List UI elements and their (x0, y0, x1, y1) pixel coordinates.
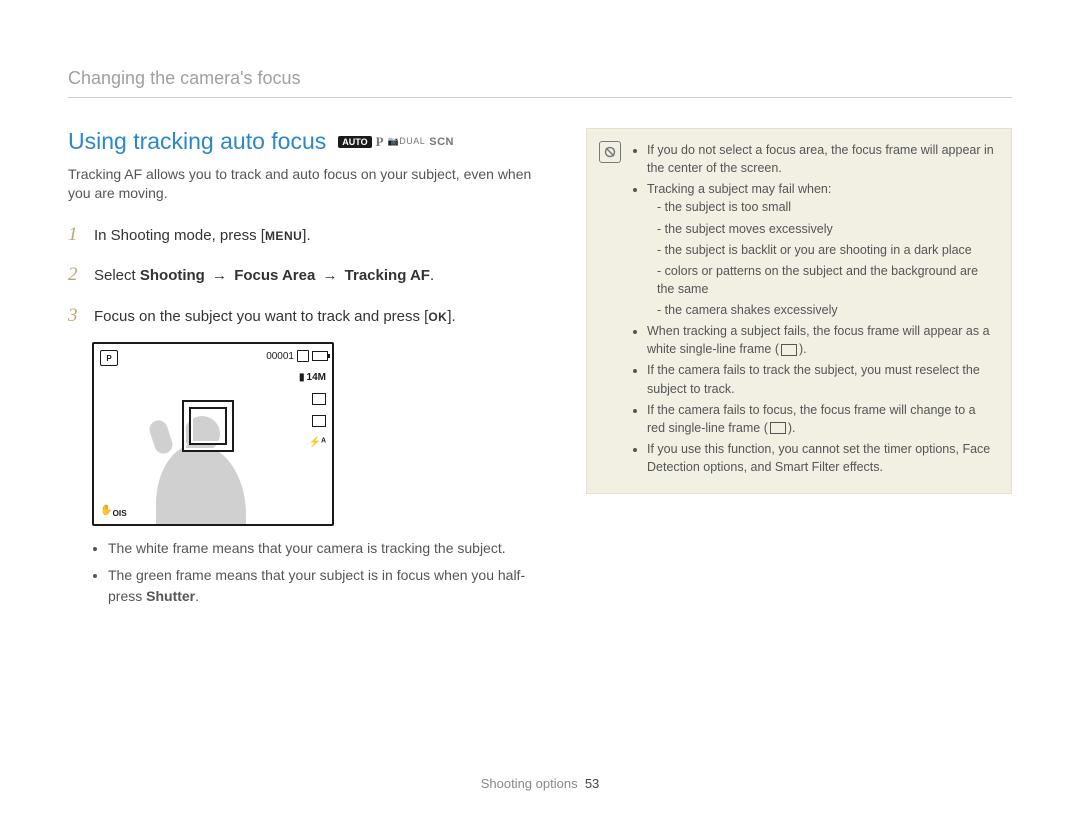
resolution-icon: ▮14M (299, 372, 326, 383)
left-column: Using tracking auto focus AUTO P 📷DUAL S… (68, 128, 538, 613)
menu-key-label: MENU (265, 229, 302, 243)
ois-icon: ✋OIS (100, 505, 127, 518)
note-subitem: the subject moves excessively (657, 220, 995, 238)
note-item: If the camera fails to focus, the focus … (647, 401, 995, 437)
lcd-mode-icon: P (100, 350, 118, 366)
step-text: Focus on the subject you want to track a… (94, 306, 538, 329)
lcd-top-right: 00001 (266, 350, 328, 362)
mode-auto-icon: AUTO (338, 136, 371, 148)
note-subitem: the subject is backlit or you are shooti… (657, 241, 995, 259)
note-item: Tracking a subject may fail when: the su… (647, 180, 995, 319)
drive-mode-icon (312, 415, 326, 427)
step-2: 2 Select Shooting → Focus Area → Trackin… (68, 261, 538, 290)
section-heading: Using tracking auto focus AUTO P 📷DUAL S… (68, 128, 538, 155)
note-item: When tracking a subject fails, the focus… (647, 322, 995, 358)
note-list: If you do not select a focus area, the f… (633, 141, 995, 476)
lcd-right-icons: ▮14M ⚡ᴬ (299, 372, 326, 448)
battery-icon (312, 351, 328, 361)
step-number: 3 (68, 302, 82, 331)
flash-auto-icon: ⚡ᴬ (309, 437, 326, 448)
step-text: In Shooting mode, press [MENU]. (94, 225, 538, 248)
note-subitem: colors or patterns on the subject and th… (657, 262, 995, 298)
step-3: 3 Focus on the subject you want to track… (68, 302, 538, 331)
lcd-counter: 00001 (266, 351, 294, 362)
note-subitem: the camera shakes excessively (657, 301, 995, 319)
step-text: Select Shooting → Focus Area → Tracking … (94, 265, 538, 288)
note-box: If you do not select a focus area, the f… (586, 128, 1012, 494)
ok-key-label: OK (428, 310, 447, 324)
mode-icons: AUTO P 📷DUAL SCN (338, 134, 454, 150)
manual-page: Changing the camera's focus Using tracki… (0, 0, 1080, 815)
note-sublist: the subject is too small the subject mov… (647, 198, 995, 319)
sd-card-icon (297, 350, 309, 362)
page-footer: Shooting options 53 (0, 776, 1080, 791)
footer-label: Shooting options (481, 776, 578, 791)
step-number: 2 (68, 261, 82, 290)
lcd-illustration: P 00001 ▮14M ⚡ᴬ (92, 342, 334, 526)
note-item: If you do not select a focus area, the f… (647, 141, 995, 177)
section-intro: Tracking AF allows you to track and auto… (68, 165, 538, 203)
list-item: The white frame means that your camera i… (108, 538, 538, 559)
note-item: If the camera fails to track the subject… (647, 361, 995, 397)
step-list: 1 In Shooting mode, press [MENU]. 2 Sele… (68, 221, 538, 331)
mode-scn-icon: SCN (429, 136, 454, 148)
page-number: 53 (585, 776, 599, 791)
frame-meaning-list: The white frame means that your camera i… (92, 538, 538, 607)
running-head: Changing the camera's focus (68, 68, 1012, 89)
divider (68, 97, 1012, 98)
photo-size-icon (312, 393, 326, 405)
list-item: The green frame means that your subject … (108, 565, 538, 607)
note-item: If you use this function, you cannot set… (647, 440, 995, 476)
step-1: 1 In Shooting mode, press [MENU]. (68, 221, 538, 250)
red-frame-icon (770, 422, 786, 434)
focus-frame-inner (189, 407, 227, 445)
right-column: If you do not select a focus area, the f… (586, 128, 1012, 613)
section-title-text: Using tracking auto focus (68, 128, 326, 155)
content-columns: Using tracking auto focus AUTO P 📷DUAL S… (68, 128, 1012, 613)
mode-dual-icon: 📷DUAL (388, 136, 426, 147)
note-icon (599, 141, 621, 163)
mode-p-icon: P (376, 134, 384, 150)
step-number: 1 (68, 221, 82, 250)
note-subitem: the subject is too small (657, 198, 995, 216)
white-frame-icon (781, 344, 797, 356)
